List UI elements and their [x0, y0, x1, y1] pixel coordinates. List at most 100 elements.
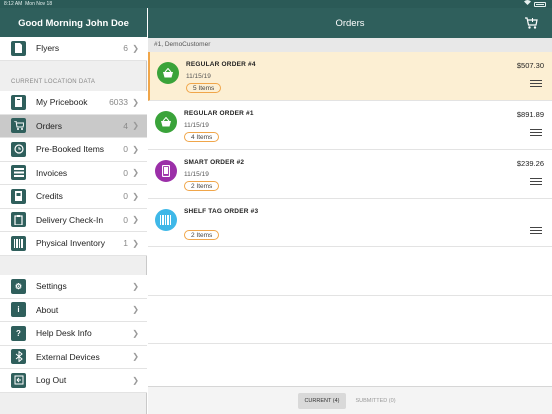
sidebar: Good Morning John Doe Flyers 6 ❯ CURRENT…	[0, 0, 147, 414]
document-icon	[11, 40, 26, 56]
chevron-right-icon: ❯	[132, 121, 139, 131]
credit-icon	[11, 188, 26, 204]
main-panel: Orders #1, DemoCustomer REGULAR ORDER #4…	[148, 0, 552, 414]
sidebar-item-label: Settings	[36, 281, 67, 292]
basket-icon	[157, 62, 179, 84]
order-title: SMART ORDER #2	[184, 159, 245, 166]
page-title: Orders	[335, 17, 365, 29]
menu-icon[interactable]	[530, 178, 542, 186]
sidebar-item-label: Orders	[36, 120, 62, 131]
list-divider	[148, 343, 552, 344]
cart-icon	[11, 118, 26, 134]
menu-icon[interactable]	[530, 80, 542, 88]
items-badge: 2 Items	[184, 229, 220, 240]
sidebar-item-help-desk-info[interactable]: ? Help Desk Info ❯	[0, 322, 147, 346]
order-amount: $891.89	[516, 110, 544, 119]
chevron-right-icon: ❯	[132, 144, 139, 154]
sidebar-item-label: Flyers	[36, 43, 60, 54]
section-title: CURRENT LOCATION DATA	[11, 79, 96, 85]
chevron-right-icon: ❯	[132, 215, 139, 225]
customer-bar: #1, DemoCustomer	[148, 38, 552, 52]
sidebar-item-delivery-check-in[interactable]: Delivery Check-In 0 ❯	[0, 208, 147, 232]
sidebar-item-about[interactable]: i About ❯	[0, 298, 147, 322]
sidebar-item-physical-inventory[interactable]: Physical Inventory 1 ❯	[0, 232, 147, 256]
order-tabs: CURRENT (4) SUBMITTED (0)	[148, 386, 552, 414]
sidebar-item-orders[interactable]: Orders 4 ❯	[0, 114, 147, 138]
sidebar-item-external-devices[interactable]: External Devices ❯	[0, 345, 147, 369]
sidebar-item-count: 4	[123, 120, 128, 131]
barcode-icon	[155, 208, 177, 231]
sidebar-item-settings[interactable]: ⚙ Settings ❯	[0, 275, 147, 299]
sidebar-item-label: Invoices	[36, 167, 68, 178]
order-date: 11/15/19	[184, 122, 209, 129]
date-text: Mon Nov 18	[25, 1, 53, 7]
gear-icon: ⚙	[11, 278, 26, 294]
chevron-right-icon: ❯	[132, 281, 139, 291]
sidebar-item-pre-booked-items[interactable]: Pre-Booked Items 0 ❯	[0, 138, 147, 162]
sidebar-item-credits[interactable]: Credits 0 ❯	[0, 185, 147, 209]
sidebar-item-label: External Devices	[36, 351, 100, 362]
sidebar-item-label: Credits	[36, 191, 63, 202]
chevron-right-icon: ❯	[132, 352, 139, 362]
sidebar-item-count: 0	[123, 214, 128, 225]
chevron-right-icon: ❯	[132, 238, 139, 248]
barcode-icon	[11, 235, 26, 251]
status-icons	[524, 0, 546, 8]
items-badge: 5 Items	[186, 83, 222, 93]
chevron-right-icon: ❯	[132, 168, 139, 178]
chevron-right-icon: ❯	[132, 43, 139, 53]
basket-icon	[155, 111, 177, 133]
chevron-right-icon: ❯	[132, 375, 139, 385]
order-row[interactable]: REGULAR ORDER #4 11/15/19 5 Items $507.3…	[148, 52, 552, 101]
chevron-right-icon: ❯	[132, 328, 139, 338]
sidebar-item-label: Pre-Booked Items	[36, 144, 105, 155]
chevron-right-icon: ❯	[132, 191, 139, 201]
phone-icon	[155, 160, 177, 182]
sidebar-item-label: Log Out	[36, 375, 67, 386]
order-row[interactable]: SMART ORDER #2 11/15/19 2 Items $239.26	[148, 150, 552, 199]
sidebar-item-log-out[interactable]: Log Out ❯	[0, 369, 147, 393]
sidebar-item-my-pricebook[interactable]: My Pricebook 6033 ❯	[0, 91, 147, 115]
clipboard-icon	[11, 212, 26, 228]
sidebar-item-label: My Pricebook	[36, 97, 88, 108]
info-icon: i	[11, 302, 26, 318]
sidebar-item-label: Help Desk Info	[36, 328, 92, 339]
sidebar-item-count: 6033	[109, 97, 128, 108]
order-title: REGULAR ORDER #4	[186, 61, 256, 68]
book-icon	[11, 94, 26, 110]
menu-icon[interactable]	[530, 226, 542, 235]
cart-icon[interactable]	[524, 16, 538, 30]
order-date: 11/15/19	[186, 73, 211, 80]
sidebar-item-flyers[interactable]: Flyers 6 ❯	[0, 37, 147, 61]
sidebar-item-label: Physical Inventory	[36, 238, 105, 249]
bluetooth-icon	[11, 349, 26, 365]
time-text: 8:12 AM	[4, 1, 23, 7]
order-amount: $239.26	[516, 159, 544, 168]
sidebar-greeting: Good Morning John Doe	[0, 8, 147, 38]
order-row[interactable]: REGULAR ORDER #1 11/15/19 4 Items $891.8…	[148, 101, 552, 150]
wifi-icon	[524, 0, 531, 8]
tab-current[interactable]: CURRENT (4)	[298, 392, 346, 409]
tab-submitted[interactable]: SUBMITTED (0)	[350, 393, 402, 409]
order-title: REGULAR ORDER #1	[184, 110, 254, 117]
chevron-right-icon: ❯	[132, 305, 139, 315]
order-row[interactable]: SHELF TAG ORDER #3 2 Items	[148, 198, 552, 247]
items-badge: 2 Items	[184, 181, 220, 191]
status-time: 8:12 AM Mon Nov 18	[4, 0, 52, 8]
logout-icon	[11, 372, 26, 388]
sidebar-item-invoices[interactable]: Invoices 0 ❯	[0, 161, 147, 185]
sidebar-item-count: 1	[123, 238, 128, 249]
sidebar-item-count: 0	[123, 167, 128, 178]
order-amount: $507.30	[516, 61, 544, 70]
list-divider	[148, 294, 552, 296]
sidebar-item-label: Delivery Check-In	[36, 214, 104, 225]
sidebar-item-count: 0	[123, 191, 128, 202]
main-header: Orders	[148, 8, 552, 38]
menu-icon[interactable]	[530, 129, 542, 137]
items-badge: 4 Items	[184, 132, 220, 142]
order-title: SHELF TAG ORDER #3	[184, 207, 259, 215]
sidebar-item-label: About	[36, 304, 59, 315]
battery-icon	[534, 1, 546, 7]
chevron-right-icon: ❯	[132, 97, 139, 107]
question-icon: ?	[11, 325, 26, 341]
